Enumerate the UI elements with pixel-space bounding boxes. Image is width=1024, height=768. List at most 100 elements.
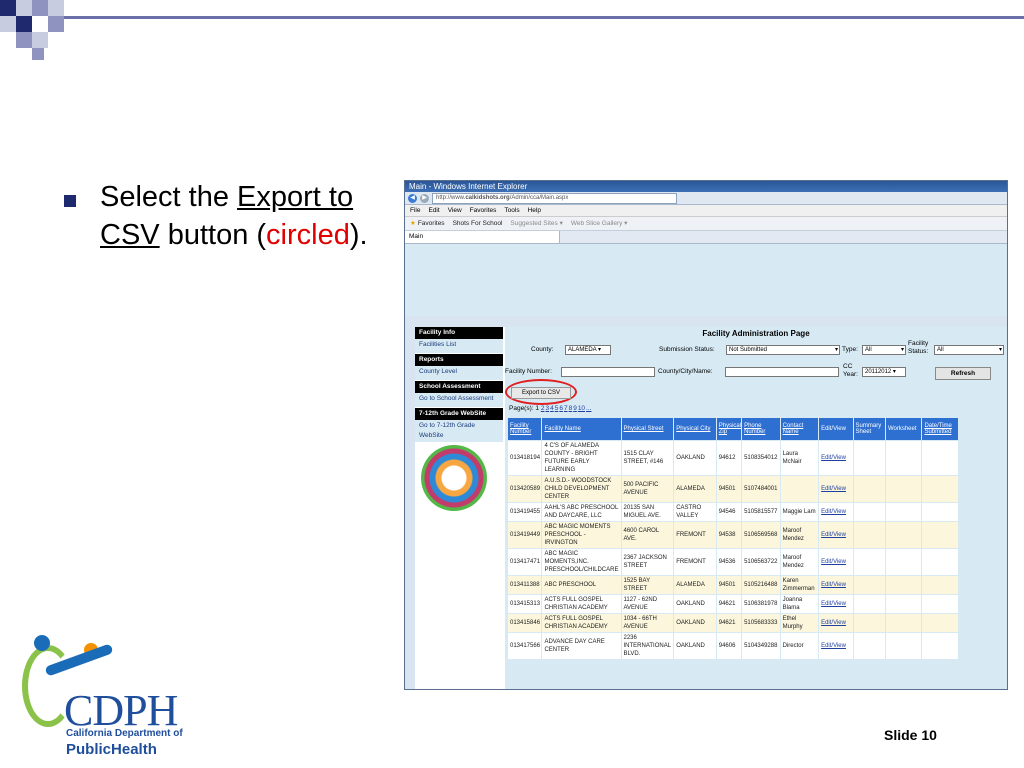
page-link[interactable]: 10 bbox=[578, 405, 585, 412]
table-cell bbox=[921, 440, 959, 476]
sidebar-heading-facility-info: Facility Info bbox=[415, 327, 503, 339]
table-cell: 013411388 bbox=[506, 575, 543, 595]
table-cell bbox=[884, 502, 923, 522]
page-link[interactable]: 9 bbox=[573, 405, 577, 412]
deco-square bbox=[48, 16, 64, 32]
fav-suggested-sites[interactable]: Suggested Sites ▾ bbox=[510, 217, 562, 230]
cc-year-label-line: CC bbox=[843, 363, 853, 370]
edit-view-link[interactable]: Edit/View bbox=[818, 594, 854, 614]
col-physical-street[interactable]: Physical Street bbox=[620, 417, 675, 441]
col-edit-view: Edit/View bbox=[818, 417, 854, 441]
page-title: Facility Administration Page bbox=[505, 327, 1007, 341]
facility-status-select[interactable]: All ▾ bbox=[934, 345, 1004, 355]
edit-view-link[interactable]: Edit/View bbox=[818, 521, 854, 549]
page-link[interactable]: 3 bbox=[545, 405, 549, 412]
table-cell: 5106563722 bbox=[741, 548, 781, 576]
fav-shots-for-school[interactable]: Shots For School bbox=[453, 217, 503, 230]
submission-status-value: Not Submitted bbox=[729, 347, 768, 353]
page-link[interactable]: 8 bbox=[569, 405, 573, 412]
table-cell: ABC MAGIC MOMENTS,INC. PRESCHOOL/CHILDCA… bbox=[541, 548, 622, 576]
table-cell: 94621 bbox=[715, 613, 743, 633]
table-cell bbox=[779, 475, 820, 503]
col-facility-number[interactable]: Facility Number bbox=[506, 417, 543, 441]
edit-view-link[interactable]: Edit/View bbox=[818, 475, 854, 503]
menu-file[interactable]: File bbox=[410, 205, 420, 216]
sidebar-item-go-to-website[interactable]: Go to 7-12th Grade WebSite bbox=[415, 420, 503, 443]
sidebar-item-county-level[interactable]: County Level bbox=[415, 366, 503, 381]
forward-icon[interactable]: ▶ bbox=[420, 193, 429, 203]
url-path: /Admin/cca/Main.aspx bbox=[509, 194, 569, 201]
table-cell: OAKLAND bbox=[673, 594, 717, 614]
col-physical-zip[interactable]: Physical Zip bbox=[715, 417, 743, 441]
back-icon[interactable]: ◀ bbox=[408, 193, 417, 203]
edit-view-link[interactable]: Edit/View bbox=[818, 502, 854, 522]
facility-status-label-line: Status: bbox=[908, 348, 929, 355]
page-link[interactable]: 4 bbox=[550, 405, 554, 412]
table-cell: 013415846 bbox=[506, 613, 543, 633]
edit-view-link[interactable]: Edit/View bbox=[818, 632, 854, 660]
table-cell: OAKLAND bbox=[673, 613, 717, 633]
page-blank-area bbox=[405, 244, 1007, 316]
table-cell bbox=[884, 521, 923, 549]
menu-edit[interactable]: Edit bbox=[428, 205, 439, 216]
tab-main[interactable]: Main bbox=[405, 231, 560, 243]
fav-web-slice-gallery[interactable]: Web Slice Gallery ▾ bbox=[571, 217, 628, 230]
edit-view-link[interactable]: Edit/View bbox=[818, 548, 854, 576]
table-cell: 94501 bbox=[715, 475, 743, 503]
table-cell bbox=[852, 502, 886, 522]
edit-view-link[interactable]: Edit/View bbox=[818, 440, 854, 476]
table-cell bbox=[852, 632, 886, 660]
menu-help[interactable]: Help bbox=[528, 205, 541, 216]
page-link[interactable]: 6 bbox=[559, 405, 563, 412]
logo-word-public: Public bbox=[66, 741, 112, 758]
facility-table: Facility Number Facility Name Physical S… bbox=[506, 417, 959, 660]
edit-view-link[interactable]: Edit/View bbox=[818, 575, 854, 595]
cc-year-select[interactable]: 20112012 ▾ bbox=[862, 367, 906, 377]
table-cell: 94538 bbox=[715, 521, 743, 549]
sidebar-item-facilities-list[interactable]: Facilities List bbox=[415, 339, 503, 354]
table-cell: 5106381978 bbox=[741, 594, 781, 614]
main-panel: Facility Administration Page County: ALA… bbox=[505, 327, 1007, 689]
pager: Page(s): 1 2345678910... bbox=[509, 405, 592, 412]
table-cell bbox=[852, 613, 886, 633]
table-cell bbox=[884, 440, 923, 476]
sidebar-item-go-to-school-assessment[interactable]: Go to School Assessment bbox=[415, 393, 503, 408]
table-cell: Ethel Murphy bbox=[779, 613, 820, 633]
refresh-button[interactable]: Refresh bbox=[935, 367, 991, 380]
table-header-row: Facility Number Facility Name Physical S… bbox=[506, 417, 959, 441]
table-cell bbox=[921, 613, 959, 633]
favorites-bar: ★ Favorites Shots For School Suggested S… bbox=[405, 217, 1007, 231]
col-facility-name[interactable]: Facility Name bbox=[541, 417, 622, 441]
menu-view[interactable]: View bbox=[448, 205, 462, 216]
export-to-csv-button[interactable]: Export to CSV bbox=[511, 387, 571, 399]
col-date-time-submitted[interactable]: Date/Time Submitted bbox=[921, 417, 959, 441]
page-link[interactable]: 7 bbox=[564, 405, 568, 412]
favorites-button[interactable]: Favorites bbox=[418, 217, 445, 230]
table-cell bbox=[852, 440, 886, 476]
table-cell: 1127 - 62ND AVENUE bbox=[620, 594, 675, 614]
table-cell: 94536 bbox=[715, 548, 743, 576]
page-link[interactable]: 2 bbox=[541, 405, 545, 412]
submission-status-select[interactable]: Not Submitted ▾ bbox=[726, 345, 840, 355]
table-cell: 013419449 bbox=[506, 521, 543, 549]
table-cell: 5107484001 bbox=[741, 475, 781, 503]
page-link[interactable]: 5 bbox=[555, 405, 559, 412]
type-select[interactable]: All ▾ bbox=[862, 345, 906, 355]
table-cell: 5104349288 bbox=[741, 632, 781, 660]
cdph-logo: CDPH California Department of PublicHeal… bbox=[14, 625, 184, 765]
kids-logo bbox=[421, 445, 487, 511]
page-link[interactable]: ... bbox=[586, 405, 591, 412]
col-phone-number[interactable]: Phone Number bbox=[741, 417, 781, 441]
table-row: 013419449 ABC MAGIC MOMENTS PRESCHOOL - I… bbox=[506, 521, 959, 549]
facility-number-input[interactable] bbox=[561, 367, 655, 377]
menu-favorites[interactable]: Favorites bbox=[470, 205, 497, 216]
menu-tools[interactable]: Tools bbox=[504, 205, 519, 216]
edit-view-link[interactable]: Edit/View bbox=[818, 613, 854, 633]
col-contact-name[interactable]: Contact Name bbox=[779, 417, 820, 441]
county-select[interactable]: ALAMEDA ▾ bbox=[565, 345, 611, 355]
county-city-name-input[interactable] bbox=[725, 367, 839, 377]
col-physical-city[interactable]: Physical City bbox=[673, 417, 717, 441]
address-input[interactable]: http://www.calkidshots.org/Admin/cca/Mai… bbox=[432, 192, 677, 204]
table-cell: AAHL'S ABC PRESCHOOL AND DAYCARE, LLC bbox=[541, 502, 622, 522]
instruction-part: button ( bbox=[159, 219, 267, 251]
